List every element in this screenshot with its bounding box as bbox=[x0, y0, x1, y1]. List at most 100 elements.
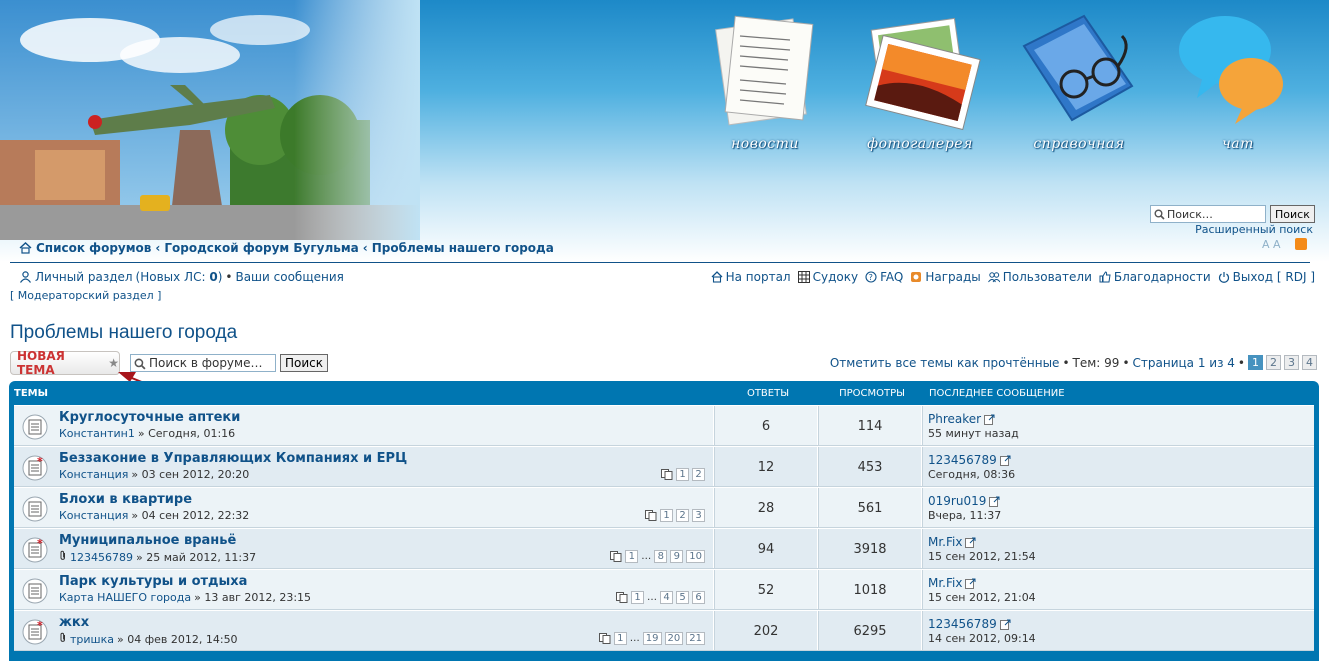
attachment-icon bbox=[59, 550, 67, 564]
breadcrumb-forum-index[interactable]: Список форумов bbox=[36, 241, 151, 255]
view-latest-post-icon[interactable] bbox=[999, 619, 1011, 630]
topic-author-link[interactable]: Констанция bbox=[59, 509, 128, 522]
last-post-author-link[interactable]: Mr.Fix bbox=[928, 535, 962, 549]
page-4-button[interactable]: 4 bbox=[1302, 355, 1317, 370]
last-post-author-link[interactable]: Phreaker bbox=[928, 412, 981, 426]
mark-all-read-link[interactable]: Отметить все темы как прочтённые bbox=[830, 356, 1060, 370]
moderator-section-link[interactable]: [ Модераторский раздел ] bbox=[10, 289, 161, 302]
nav-faq[interactable]: ? FAQ bbox=[865, 270, 903, 284]
advanced-search-link[interactable]: Расширенный поиск bbox=[1195, 223, 1313, 236]
topic-read-icon bbox=[22, 496, 48, 522]
nav-users[interactable]: Пользователи bbox=[987, 270, 1092, 284]
topic-page-link[interactable]: 2 bbox=[676, 509, 689, 522]
last-post-cell: 123456789 Сегодня, 08:36 bbox=[922, 447, 1015, 486]
header-search-button[interactable]: Поиск bbox=[1270, 205, 1315, 223]
page-of-label[interactable]: Страница 1 из 4 bbox=[1133, 356, 1235, 370]
site-header: новости фотогалерея справочная чат Поиск… bbox=[0, 0, 1329, 262]
last-post-author: Mr.Fix bbox=[928, 576, 1036, 590]
last-post-cell: 019ru019 Вчера, 11:37 bbox=[922, 488, 1001, 527]
topic-page-link[interactable]: 3 bbox=[692, 509, 705, 522]
topic-page-link[interactable]: 20 bbox=[664, 632, 684, 645]
last-post-author-link[interactable]: Mr.Fix bbox=[928, 576, 962, 590]
topic-cell: Блохи в квартире Констанция » 04 сен 201… bbox=[14, 488, 714, 527]
topic-page-link[interactable]: 1 bbox=[676, 468, 689, 481]
nav-portal-label: На портал bbox=[725, 270, 791, 284]
nav-logout[interactable]: Выход [ RDJ ] bbox=[1218, 270, 1315, 284]
replies-count: 52 bbox=[714, 570, 818, 609]
topic-page-link[interactable]: 6 bbox=[692, 591, 705, 604]
header-views: ПРОСМОТРЫ bbox=[839, 387, 905, 399]
topic-date: » Сегодня, 01:16 bbox=[137, 427, 236, 440]
view-latest-post-icon[interactable] bbox=[984, 414, 995, 425]
topic-page-link[interactable]: 8 bbox=[654, 550, 668, 563]
view-latest-post-icon[interactable] bbox=[965, 537, 976, 548]
nav-thanks[interactable]: Благодарности bbox=[1099, 270, 1211, 284]
topic-title-link[interactable]: Блохи в квартире bbox=[59, 492, 192, 507]
topic-read-icon bbox=[22, 414, 48, 440]
last-post-author-link[interactable]: 019ru019 bbox=[928, 494, 986, 508]
last-post-time: Сегодня, 08:36 bbox=[928, 468, 1016, 481]
nav-portal[interactable]: На портал bbox=[711, 270, 791, 284]
topic-page-link[interactable]: 4 bbox=[660, 591, 673, 604]
topic-title-link[interactable]: Муниципальное враньё bbox=[59, 533, 236, 548]
new-topic-button[interactable]: НОВАЯ ТЕМА ★ bbox=[10, 349, 120, 377]
topic-author-link[interactable]: 123456789 bbox=[70, 551, 133, 564]
topic-meta: Констанция » 03 сен 2012, 20:20 bbox=[59, 468, 249, 481]
page-2-button[interactable]: 2 bbox=[1266, 355, 1281, 370]
nav-sudoku[interactable]: Судоку bbox=[797, 270, 858, 284]
forum-search-button[interactable]: Поиск bbox=[280, 354, 329, 372]
new-topic-label: НОВАЯ ТЕМА bbox=[17, 349, 65, 377]
last-post-author-link[interactable]: 123456789 bbox=[928, 617, 997, 631]
faq-icon: ? bbox=[865, 271, 877, 283]
replies-count: 28 bbox=[714, 488, 818, 527]
topic-page-link[interactable]: 2 bbox=[692, 468, 705, 481]
nav-awards[interactable]: Награды bbox=[910, 270, 981, 284]
reference-book-icon bbox=[1022, 14, 1134, 122]
topic-page-link[interactable]: 1 bbox=[625, 550, 639, 563]
topic-title-link[interactable]: Круглосуточные аптеки bbox=[59, 410, 240, 425]
topic-page-link[interactable]: 19 bbox=[642, 632, 662, 645]
award-icon bbox=[911, 272, 922, 282]
nav-chat[interactable]: чат bbox=[1173, 0, 1303, 160]
topic-author-link[interactable]: тришка bbox=[70, 633, 114, 646]
last-post-author-link[interactable]: 123456789 bbox=[928, 453, 997, 467]
topic-author-link[interactable]: Констанция bbox=[59, 468, 128, 481]
news-papers-icon bbox=[715, 15, 814, 126]
breadcrumb-current[interactable]: Проблемы нашего города bbox=[372, 241, 554, 255]
view-latest-post-icon[interactable] bbox=[965, 578, 976, 589]
topic-page-link[interactable]: 1 bbox=[613, 632, 627, 645]
breadcrumb-city-forum[interactable]: Городской форум Бугульма bbox=[164, 241, 358, 255]
topic-page-link[interactable]: 5 bbox=[676, 591, 689, 604]
topic-page-link[interactable]: 1 bbox=[660, 509, 673, 522]
nav-users-label: Пользователи bbox=[1002, 270, 1092, 284]
page-3-button[interactable]: 3 bbox=[1284, 355, 1299, 370]
topic-title-link[interactable]: жкх bbox=[59, 615, 89, 630]
personal-section-link[interactable]: Личный раздел bbox=[35, 270, 133, 284]
view-latest-post-icon[interactable] bbox=[999, 455, 1011, 466]
nav-news-label: новости bbox=[731, 136, 799, 152]
topic-title-link[interactable]: Беззаконие в Управляющих Компаниях и ЕРЦ bbox=[59, 451, 407, 466]
replies-count: 12 bbox=[714, 447, 818, 486]
topic-page-link[interactable]: 21 bbox=[686, 632, 705, 645]
pages-icon bbox=[661, 469, 673, 480]
your-posts-link[interactable]: Ваши сообщения bbox=[235, 270, 343, 284]
topic-author-link[interactable]: Карта НАШЕГО города bbox=[59, 591, 191, 604]
topic-page-link[interactable]: 1 bbox=[631, 591, 644, 604]
font-size-icon[interactable]: A A bbox=[1262, 238, 1281, 251]
topic-page-link[interactable]: 10 bbox=[686, 550, 705, 563]
topic-meta: тришка » 04 фев 2012, 14:50 bbox=[59, 632, 238, 646]
page-1-button[interactable]: 1 bbox=[1248, 355, 1263, 370]
header-search-input[interactable]: Поиск… bbox=[1150, 205, 1266, 223]
nav-reference[interactable]: справочная bbox=[1014, 0, 1144, 160]
pages-icon bbox=[616, 592, 628, 603]
nav-news[interactable]: новости bbox=[700, 0, 830, 160]
nav-gallery[interactable]: фотогалерея bbox=[855, 0, 985, 160]
nav-chat-label: чат bbox=[1222, 136, 1254, 152]
view-latest-post-icon[interactable] bbox=[989, 496, 1000, 507]
topic-page-link[interactable]: 9 bbox=[670, 550, 684, 563]
new-pm-link[interactable]: (Новых ЛС: 0) bbox=[136, 270, 223, 284]
topic-title-link[interactable]: Парк культуры и отдыха bbox=[59, 574, 247, 589]
svg-text:?: ? bbox=[869, 273, 873, 282]
rss-icon[interactable] bbox=[1295, 238, 1307, 250]
topic-author-link[interactable]: Константин1 bbox=[59, 427, 135, 440]
